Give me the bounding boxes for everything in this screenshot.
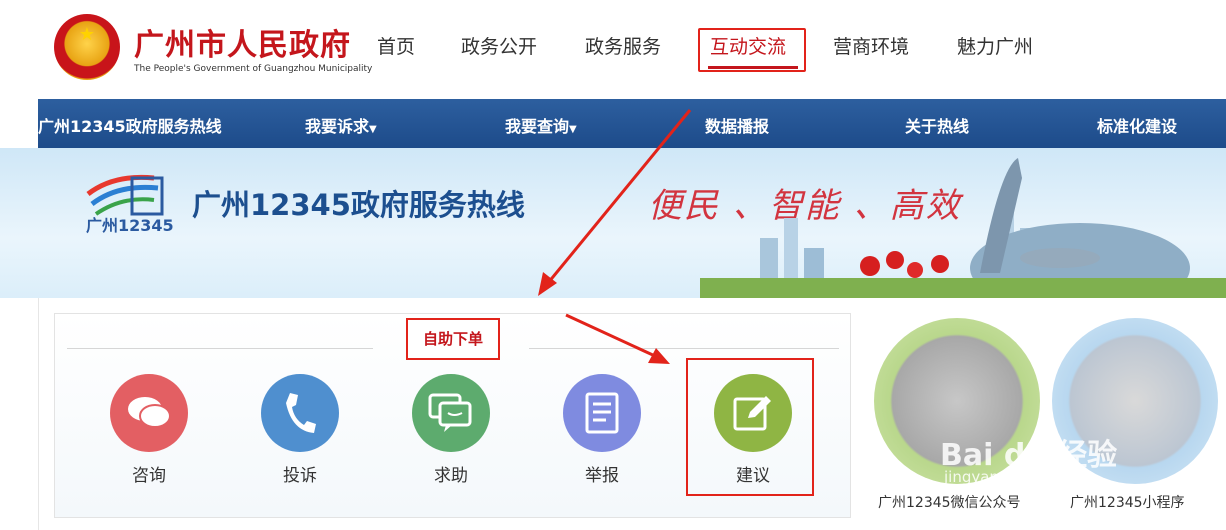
dropdown-caret-icon: ▼ [569,124,577,135]
miniprogram-qr-label: 广州12345小程序 [1070,495,1185,511]
content-left-border [38,298,39,530]
divider [529,348,839,349]
nav-business-environment[interactable]: 营商环境 [833,32,909,59]
annotation-highlight-nav [698,28,806,72]
phone-icon [261,374,339,452]
guangzhou-skyline-image [700,158,1226,298]
service-report[interactable]: 举报 [562,374,642,486]
annotation-highlight-suggestion [686,358,814,496]
nav-government-affairs[interactable]: 政务公开 [461,32,537,59]
watermark-url: jingyan.baidu.com [944,468,1083,486]
site-subtitle: The People's Government of Guangzhou Mun… [134,64,373,74]
dropdown-caret-icon: ▼ [369,124,377,135]
hotline-logo-text: 广州12345 [86,216,174,235]
service-consult[interactable]: 咨询 [109,374,189,486]
divider [67,348,373,349]
site-header: ★ 广州市人民政府 The People's Government of Gua… [0,0,1226,98]
subnav-about[interactable]: 关于热线 [905,113,969,137]
service-complaint-label: 投诉 [283,466,317,486]
subnav-standardization[interactable]: 标准化建设 [1097,113,1177,137]
message-icon [412,374,490,452]
subnav-query-label: 我要查询 [505,117,570,136]
service-help-label: 求助 [434,466,468,486]
hotline-banner: 广州12345 广州12345政府服务热线 便民 、智能 、高效 [0,148,1226,298]
subnav-query[interactable]: 我要查询▼ [505,113,577,137]
site-title[interactable]: 广州市人民政府 [134,20,351,64]
self-service-tag: 自助下单 [406,318,500,360]
document-icon [563,374,641,452]
service-help[interactable]: 求助 [411,374,491,486]
service-report-label: 举报 [585,466,619,486]
service-complaint[interactable]: 投诉 [260,374,340,486]
subnav-appeal[interactable]: 我要诉求▼ [305,113,377,137]
nav-home[interactable]: 首页 [377,32,415,59]
nav-government-services[interactable]: 政务服务 [585,32,661,59]
service-consult-label: 咨询 [132,466,166,486]
subnav-brand[interactable]: 广州12345政府服务热线 [38,113,222,137]
subnav-data-report[interactable]: 数据播报 [705,113,769,137]
subnav-appeal-label: 我要诉求 [305,117,370,136]
national-emblem-icon: ★ [54,14,120,80]
nav-charm-guangzhou[interactable]: 魅力广州 [957,32,1033,59]
hotline-subnav: 广州12345政府服务热线 我要诉求▼ 我要查询▼ 数据播报 关于热线 标准化建… [38,99,1226,148]
wechat-qr-label: 广州12345微信公众号 [878,495,1021,511]
banner-title: 广州12345政府服务热线 [192,188,525,222]
chat-bubbles-icon [110,374,188,452]
